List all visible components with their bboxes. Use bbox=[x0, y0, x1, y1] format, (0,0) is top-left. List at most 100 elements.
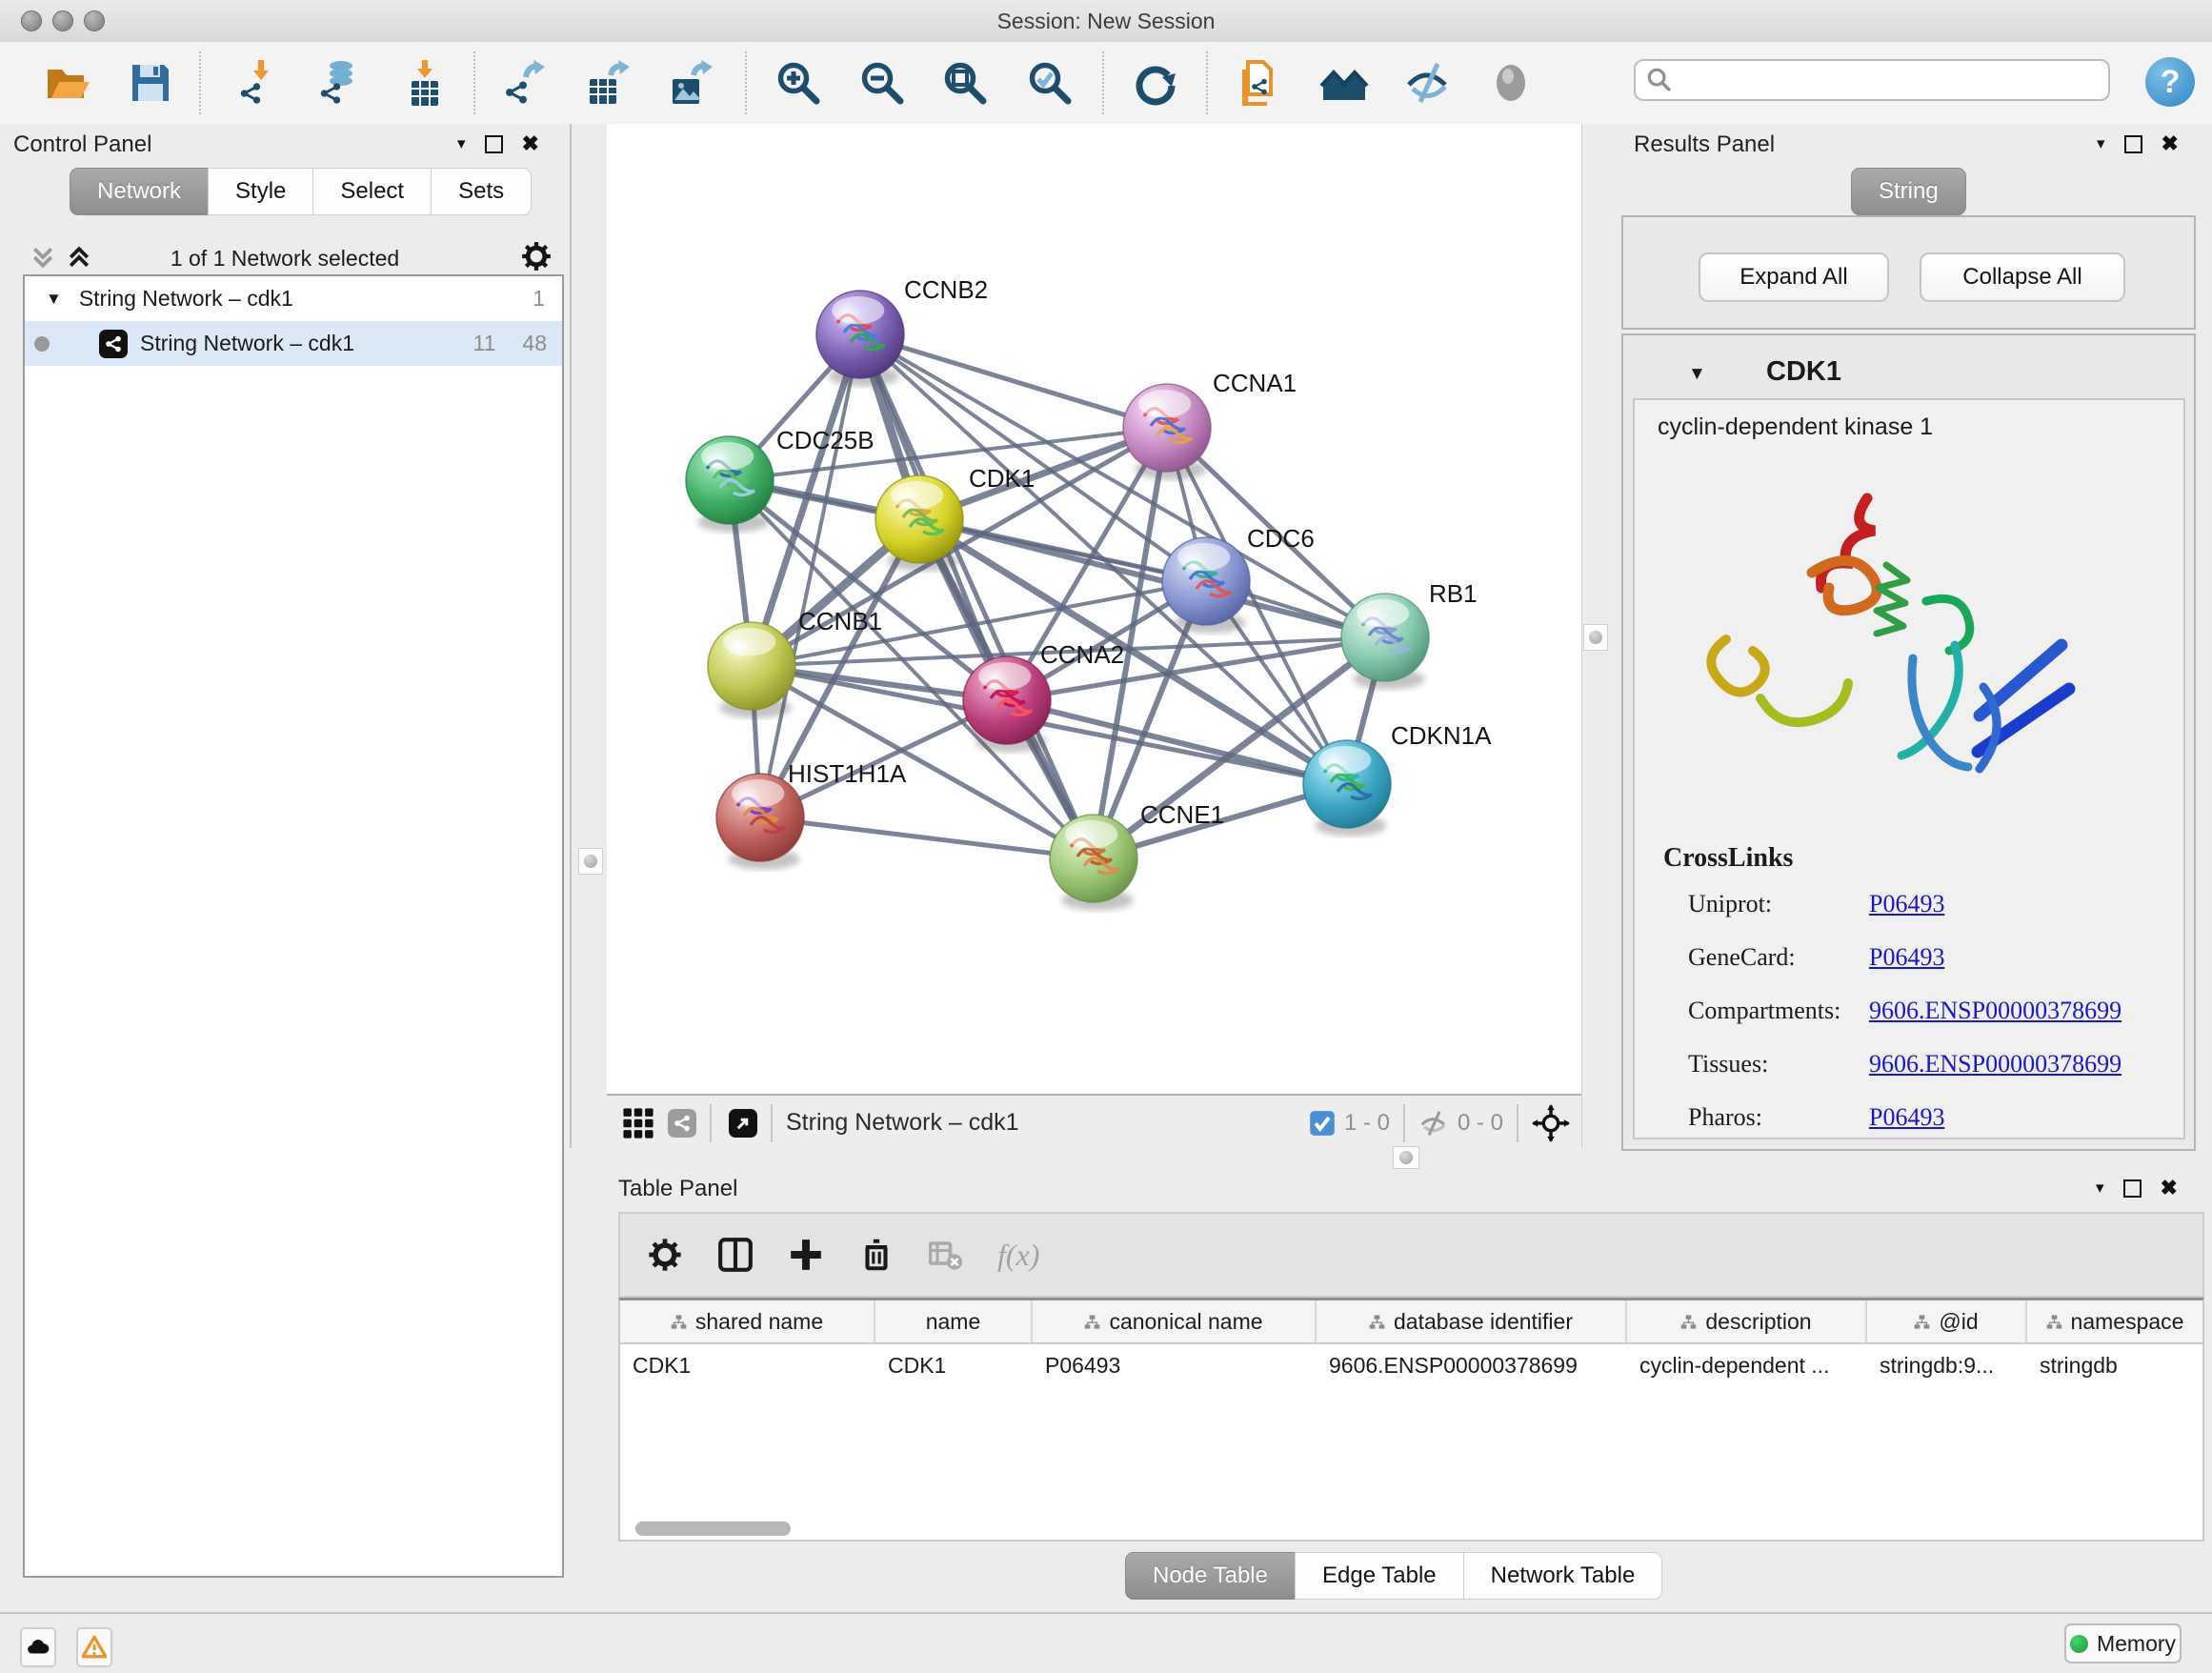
collapse-panel-icon[interactable]: ▾ bbox=[457, 134, 466, 153]
close-panel-icon[interactable]: ✖ bbox=[2162, 131, 2179, 156]
zoom-fit-icon[interactable] bbox=[938, 56, 992, 110]
node-label-CCNB2: CCNB2 bbox=[904, 275, 988, 304]
string-network-graph[interactable]: CCNB2CCNA1CDC25BCDK1CDC6RB1CCNB1CCNA2CDK… bbox=[607, 124, 1581, 1094]
tab-string[interactable]: String bbox=[1851, 168, 1966, 215]
zoom-in-icon[interactable] bbox=[772, 56, 825, 110]
help-icon[interactable]: ? bbox=[2145, 57, 2195, 107]
crosslink-compartments[interactable]: 9606.ENSP00000378699 bbox=[1869, 997, 2122, 1025]
collapse-panel-icon[interactable]: ▾ bbox=[2096, 1179, 2104, 1198]
toolbar-separator bbox=[199, 51, 201, 114]
column-header[interactable]: shared name bbox=[620, 1300, 875, 1342]
tab-select[interactable]: Select bbox=[312, 168, 432, 215]
refresh-icon[interactable] bbox=[1128, 56, 1181, 110]
zoom-out-icon[interactable] bbox=[855, 56, 909, 110]
column-header[interactable]: name bbox=[875, 1300, 1033, 1342]
cell-id[interactable]: stringdb:9... bbox=[1867, 1353, 2027, 1379]
warnings-button[interactable] bbox=[76, 1627, 112, 1667]
edge-count: 48 bbox=[522, 331, 547, 356]
search-field[interactable] bbox=[1634, 59, 2110, 101]
collapse-gene-icon[interactable]: ▼ bbox=[1688, 364, 1706, 385]
close-panel-icon[interactable]: ✖ bbox=[2161, 1176, 2178, 1200]
expand-all-button[interactable]: Expand All bbox=[1699, 252, 1889, 302]
cell-shared-name[interactable]: CDK1 bbox=[620, 1353, 875, 1379]
column-header[interactable]: namespace bbox=[2027, 1300, 2202, 1342]
export-table-icon[interactable] bbox=[580, 56, 633, 110]
save-session-icon[interactable] bbox=[124, 56, 177, 110]
collapse-panel-icon[interactable]: ▾ bbox=[2097, 134, 2105, 153]
network-row-selected[interactable]: String Network – cdk1 11 48 bbox=[25, 321, 562, 366]
zoom-selected-icon[interactable] bbox=[1023, 56, 1076, 110]
network-edge-HIST1H1A-CCNE1[interactable] bbox=[760, 817, 1094, 858]
add-column-icon[interactable] bbox=[788, 1237, 824, 1273]
cell-database-identifier[interactable]: 9606.ENSP00000378699 bbox=[1317, 1353, 1627, 1379]
crosslink-genecard[interactable]: P06493 bbox=[1869, 943, 1944, 972]
network-edge-CCNB2-CCNA1[interactable] bbox=[860, 334, 1167, 428]
export-network-icon[interactable] bbox=[497, 56, 551, 110]
right-splitter-handle[interactable] bbox=[1583, 624, 1608, 651]
table-options-gear-icon[interactable] bbox=[647, 1237, 683, 1273]
table-panel-title: Table Panel bbox=[618, 1176, 737, 1202]
network-node-CCNA1[interactable]: CCNA1 bbox=[1123, 369, 1297, 480]
network-node-CDC25B[interactable]: CDC25B bbox=[686, 426, 875, 533]
left-splitter-handle[interactable] bbox=[578, 848, 603, 875]
birdseye-crosshair-icon[interactable] bbox=[1532, 1104, 1570, 1142]
cell-name[interactable]: CDK1 bbox=[875, 1353, 1033, 1379]
minimize-window-button[interactable] bbox=[52, 10, 73, 31]
collapse-all-button[interactable]: Collapse All bbox=[1920, 252, 2125, 302]
open-session-icon[interactable] bbox=[40, 56, 93, 110]
crosslink-tissues[interactable]: 9606.ENSP00000378699 bbox=[1869, 1050, 2122, 1078]
network-node-RB1[interactable]: RB1 bbox=[1341, 579, 1478, 690]
network-node-CDC6[interactable]: CDC6 bbox=[1162, 524, 1315, 634]
network-edge-CCNB2-HIST1H1A[interactable] bbox=[760, 334, 860, 817]
expand-collection-icon[interactable]: ▼ bbox=[46, 290, 62, 309]
close-window-button[interactable] bbox=[21, 10, 42, 31]
import-network-database-icon[interactable] bbox=[311, 56, 364, 110]
zoom-window-button[interactable] bbox=[84, 10, 105, 31]
tab-sets[interactable]: Sets bbox=[431, 168, 532, 215]
cloud-button[interactable] bbox=[20, 1627, 56, 1667]
float-panel-icon[interactable] bbox=[2124, 135, 2142, 153]
memory-button[interactable]: Memory bbox=[2064, 1623, 2182, 1663]
left-splitter[interactable] bbox=[570, 124, 610, 1148]
column-header[interactable]: @id bbox=[1867, 1300, 2027, 1342]
import-table-file-icon[interactable] bbox=[398, 56, 452, 110]
close-panel-icon[interactable]: ✖ bbox=[522, 131, 539, 156]
horizontal-splitter-handle[interactable] bbox=[1393, 1146, 1419, 1169]
network-options-gear-icon[interactable] bbox=[520, 240, 553, 272]
export-image-icon[interactable] bbox=[663, 56, 716, 110]
show-eye-icon[interactable] bbox=[1484, 56, 1538, 110]
delete-column-icon[interactable] bbox=[858, 1237, 895, 1273]
cell-canonical-name[interactable]: P06493 bbox=[1033, 1353, 1317, 1379]
float-panel-icon[interactable] bbox=[485, 135, 503, 153]
network-canvas[interactable]: CCNB2CCNA1CDC25BCDK1CDC6RB1CCNB1CCNA2CDK… bbox=[607, 124, 1581, 1094]
hide-selected-eye-icon[interactable] bbox=[1401, 56, 1455, 110]
selected-checkbox-icon[interactable] bbox=[1309, 1110, 1336, 1137]
tab-style[interactable]: Style bbox=[208, 168, 313, 215]
show-columns-icon[interactable] bbox=[717, 1237, 754, 1273]
open-in-window-icon[interactable] bbox=[729, 1109, 757, 1138]
cell-description[interactable]: cyclin-dependent ... bbox=[1627, 1353, 1867, 1379]
import-network-file-icon[interactable] bbox=[231, 56, 284, 110]
horizontal-splitter[interactable] bbox=[607, 1148, 2212, 1170]
grid-view-icon[interactable] bbox=[622, 1107, 654, 1139]
network-node-HIST1H1A[interactable]: HIST1H1A bbox=[716, 759, 907, 870]
column-header[interactable]: canonical name bbox=[1033, 1300, 1317, 1342]
crosslink-pharos[interactable]: P06493 bbox=[1869, 1103, 1944, 1132]
float-panel-icon[interactable] bbox=[2123, 1179, 2142, 1198]
network-node-CDKN1A[interactable]: CDKN1A bbox=[1303, 721, 1492, 836]
tab-edge-table[interactable]: Edge Table bbox=[1295, 1552, 1464, 1600]
tab-network[interactable]: Network bbox=[70, 168, 209, 215]
column-header[interactable]: database identifier bbox=[1317, 1300, 1627, 1342]
column-header[interactable]: description bbox=[1627, 1300, 1867, 1342]
copy-network-icon[interactable] bbox=[1233, 56, 1286, 110]
network-collection-row[interactable]: ▼ String Network – cdk1 1 bbox=[25, 276, 562, 321]
network-node-CCNB2[interactable]: CCNB2 bbox=[816, 275, 988, 387]
horizontal-scrollbar-thumb[interactable] bbox=[635, 1522, 791, 1536]
table-row[interactable]: CDK1 CDK1 P06493 9606.ENSP00000378699 cy… bbox=[620, 1344, 2202, 1386]
tab-node-table[interactable]: Node Table bbox=[1125, 1552, 1296, 1600]
search-input[interactable] bbox=[1674, 67, 2097, 93]
crosslink-uniprot[interactable]: P06493 bbox=[1869, 890, 1944, 918]
cell-namespace[interactable]: stringdb bbox=[2027, 1353, 2202, 1379]
tab-network-table[interactable]: Network Table bbox=[1463, 1552, 1663, 1600]
home-panel-icon[interactable] bbox=[1317, 56, 1371, 110]
